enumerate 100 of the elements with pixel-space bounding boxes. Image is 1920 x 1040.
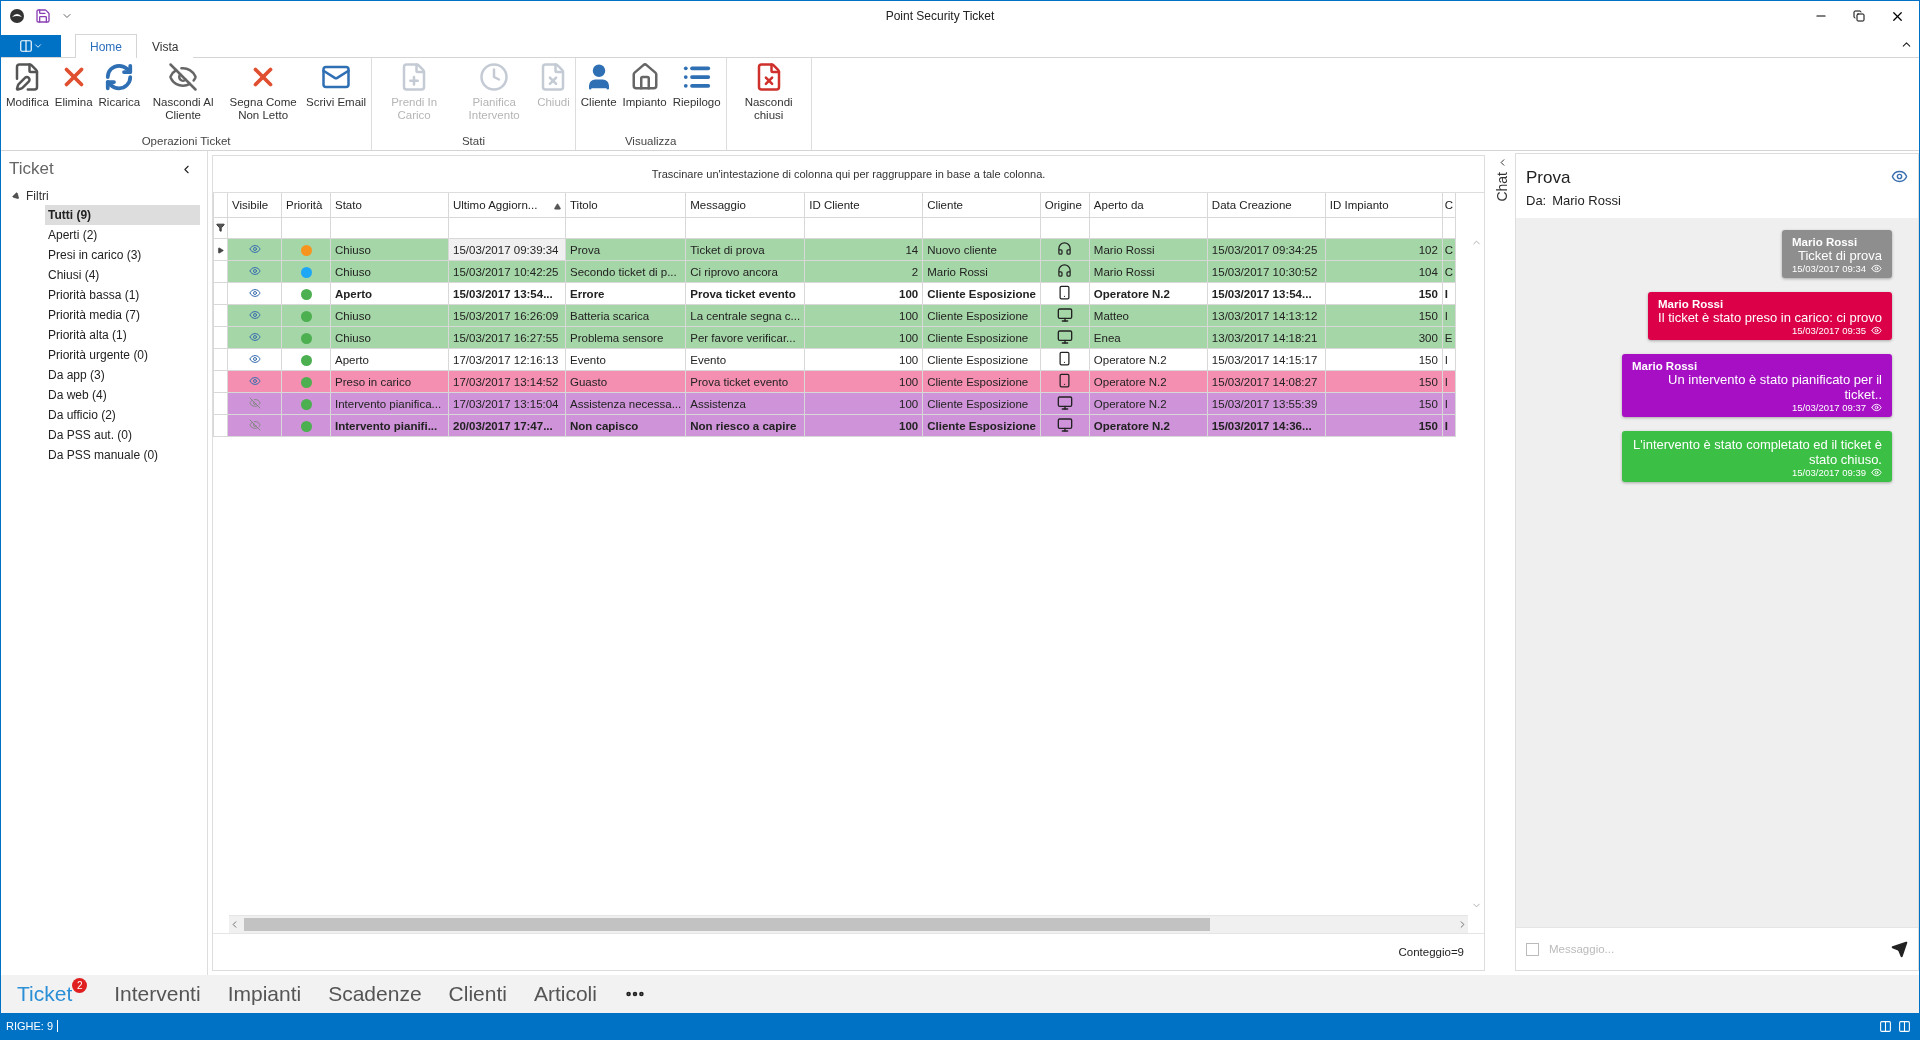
ribbon-button[interactable]: Cliente (577, 60, 620, 133)
column-header[interactable]: Cliente (922, 193, 1041, 218)
chat-title: Prova (1526, 168, 1572, 188)
table-row[interactable]: Chiuso 15/03/2017 16:27:55 Problema sensore Per favore verificar... 100 Cliente Esposizione Enea 13/03/2017 14:18:21 300 E (213, 326, 1456, 349)
table-row[interactable]: Aperto 17/03/2017 12:16:13 Evento Evento 100 Cliente Esposizione Operatore N.2 15/03/2017 14:15:17 150 I (213, 348, 1456, 371)
table-cell: I (1442, 304, 1456, 327)
table-cell: C (1442, 238, 1456, 261)
save-icon[interactable] (35, 8, 51, 24)
ribbon-button[interactable]: Impianto (619, 60, 670, 133)
eye-off-icon (168, 62, 199, 92)
monitor-icon (1056, 306, 1073, 323)
table-cell: Preso in carico (330, 370, 449, 393)
table-cell: 150 (1325, 392, 1443, 415)
table-cell: C (1442, 260, 1456, 283)
ribbon-button[interactable]: Nascondi Al Cliente (143, 60, 224, 133)
filter-item[interactable]: Tutti (9) (45, 205, 200, 225)
table-cell: 17/03/2017 12:16:13 (448, 348, 566, 371)
column-header[interactable]: Stato (330, 193, 449, 218)
table-row[interactable]: Preso in carico 17/03/2017 13:14:52 Guasto Prova ticket evento 100 Cliente Esposizione Operatore N.2 15/03/2017 14:08:27 150 I (213, 370, 1456, 393)
table-cell: Evento (685, 348, 805, 371)
ribbon-button[interactable]: Ricarica (95, 60, 144, 133)
filter-item[interactable]: Priorità urgente (0) (45, 345, 200, 365)
table-cell: 17/03/2017 13:14:52 (448, 370, 566, 393)
monitor-icon (1056, 394, 1073, 411)
filter-item[interactable]: Da PSS manuale (0) (45, 445, 200, 465)
column-header[interactable]: Visibile (227, 193, 282, 218)
file-menu-button[interactable] (1, 35, 61, 57)
table-cell: Matteo (1089, 304, 1208, 327)
filter-item[interactable]: Da ufficio (2) (45, 405, 200, 425)
ribbon-button[interactable]: Scrivi Email (303, 60, 370, 133)
filter-icon[interactable] (216, 223, 225, 232)
table-cell: Cliente Esposizione (922, 282, 1041, 305)
message-time: 15/03/2017 09:37 (1792, 402, 1866, 413)
column-header[interactable]: Titolo (565, 193, 686, 218)
table-cell: Non capisco (565, 414, 686, 437)
expanded-icon[interactable] (11, 191, 22, 201)
module-tab[interactable]: Interventi (114, 982, 201, 1006)
column-header[interactable]: C (1442, 193, 1456, 218)
refresh-icon (104, 62, 135, 92)
clock-icon (479, 62, 510, 92)
table-row[interactable]: Chiuso 15/03/2017 10:42:25 Secondo ticket di p... Ci riprovo ancora 2 Mario Rossi Mario Rossi 15/03/2017 10:30:52 104 C (213, 260, 1456, 283)
table-cell: I (1442, 414, 1456, 437)
notification-badge: 2 (72, 977, 88, 993)
table-cell: Batteria scarica (565, 304, 686, 327)
table-cell: Chiuso (330, 326, 449, 349)
monitor-icon (1056, 328, 1073, 345)
module-tab[interactable]: Articoli (533, 982, 597, 1006)
table-cell: 300 (1325, 326, 1443, 349)
filter-item[interactable]: Aperti (2) (45, 225, 200, 245)
filter-item[interactable]: Da web (4) (45, 385, 200, 405)
column-header[interactable]: Aperto da (1089, 193, 1208, 218)
column-header[interactable]: ID Cliente (804, 193, 923, 218)
message-time: 15/03/2017 09:39 (1792, 467, 1866, 478)
filter-item[interactable]: Priorità bassa (1) (45, 285, 200, 305)
table-cell: Assistenza necessa... (565, 392, 686, 415)
ribbon-button[interactable]: Modifica (3, 60, 52, 133)
table-row[interactable]: Intervento pianifi... 20/03/2017 17:47... Non capisco Non riesco a capire 100 Cliente Esposizione Operatore N.2 15/03/2017 14:36... 150 I (213, 414, 1456, 437)
scrollbar-thumb[interactable] (244, 918, 1211, 931)
ribbon-button[interactable]: Riepilogo (669, 60, 724, 133)
filter-item[interactable]: Priorità alta (1) (45, 325, 200, 345)
table-row[interactable]: Intervento pianifica... 17/03/2017 13:15:04 Assistenza necessa... Assistenza 100 Cliente Esposizione Operatore N.2 15/03/2017 13:55:39 150 I (213, 392, 1456, 415)
chat-tab[interactable]: Chat (1494, 172, 1510, 202)
filter-item[interactable]: Chiusi (4) (45, 265, 200, 285)
table-row[interactable]: Chiuso 15/03/2017 16:26:09 Batteria scarica La centrale segna c... 100 Cliente Esposizione Matteo 13/03/2017 14:13:12 150 I (213, 304, 1456, 327)
table-cell: Enea (1089, 326, 1208, 349)
column-header[interactable]: Priorità (281, 193, 331, 218)
filter-item[interactable]: Presi in carico (3) (45, 245, 200, 265)
table-cell: Evento (565, 348, 686, 371)
eye-icon[interactable] (1891, 168, 1908, 185)
send-icon[interactable] (1891, 940, 1908, 958)
module-tab[interactable]: Clienti (448, 982, 507, 1006)
column-header[interactable]: Messaggio (685, 193, 805, 218)
column-header[interactable]: Ultimo Aggiorn... (448, 193, 566, 218)
table-row[interactable]: Chiuso 15/03/2017 09:39:34 Prova Ticket di prova 14 Nuovo cliente Mario Rossi 15/03/2017 09:34:25 102 C (213, 238, 1456, 261)
filter-item[interactable]: Da PSS aut. (0) (45, 425, 200, 445)
caret-icon (33, 41, 43, 51)
module-tab[interactable]: Impianti (227, 982, 302, 1006)
ribbon-button[interactable]: Elimina (51, 60, 96, 133)
layout-icon[interactable] (1879, 1019, 1892, 1033)
restore-icon[interactable] (1853, 10, 1865, 22)
table-cell: Cliente Esposizione (922, 326, 1041, 349)
ribbon-button[interactable]: Nascondi chiusi (728, 60, 809, 145)
table-cell: Prova (565, 238, 686, 261)
filter-item[interactable]: Priorità media (7) (45, 305, 200, 325)
filter-item[interactable]: Da app (3) (45, 365, 200, 385)
column-header[interactable]: Origine (1040, 193, 1090, 218)
table-cell: 13/03/2017 14:13:12 (1207, 304, 1326, 327)
layout-icon[interactable] (1898, 1019, 1911, 1033)
column-header[interactable]: Data Creazione (1207, 193, 1326, 218)
tree-node[interactable]: Filtri (13, 189, 207, 203)
column-header[interactable]: ID Impianto (1325, 193, 1443, 218)
checkbox[interactable] (1526, 942, 1539, 956)
table-cell: Cliente Esposizione (922, 370, 1041, 393)
table-cell: 15/03/2017 10:30:52 (1207, 260, 1326, 283)
module-tab[interactable]: Scadenze (328, 982, 422, 1006)
group-label: Stati (460, 134, 486, 149)
ribbon-button[interactable]: Segna Come Non Letto (223, 60, 304, 133)
table-row[interactable]: Aperto 15/03/2017 13:54... Errore Prova ticket evento 100 Cliente Esposizione Operatore N.2 15/03/2017 13:54... 150 I (213, 282, 1456, 305)
ribbon-tab[interactable]: Home (75, 34, 137, 58)
table-cell: Intervento pianifica... (330, 392, 449, 415)
